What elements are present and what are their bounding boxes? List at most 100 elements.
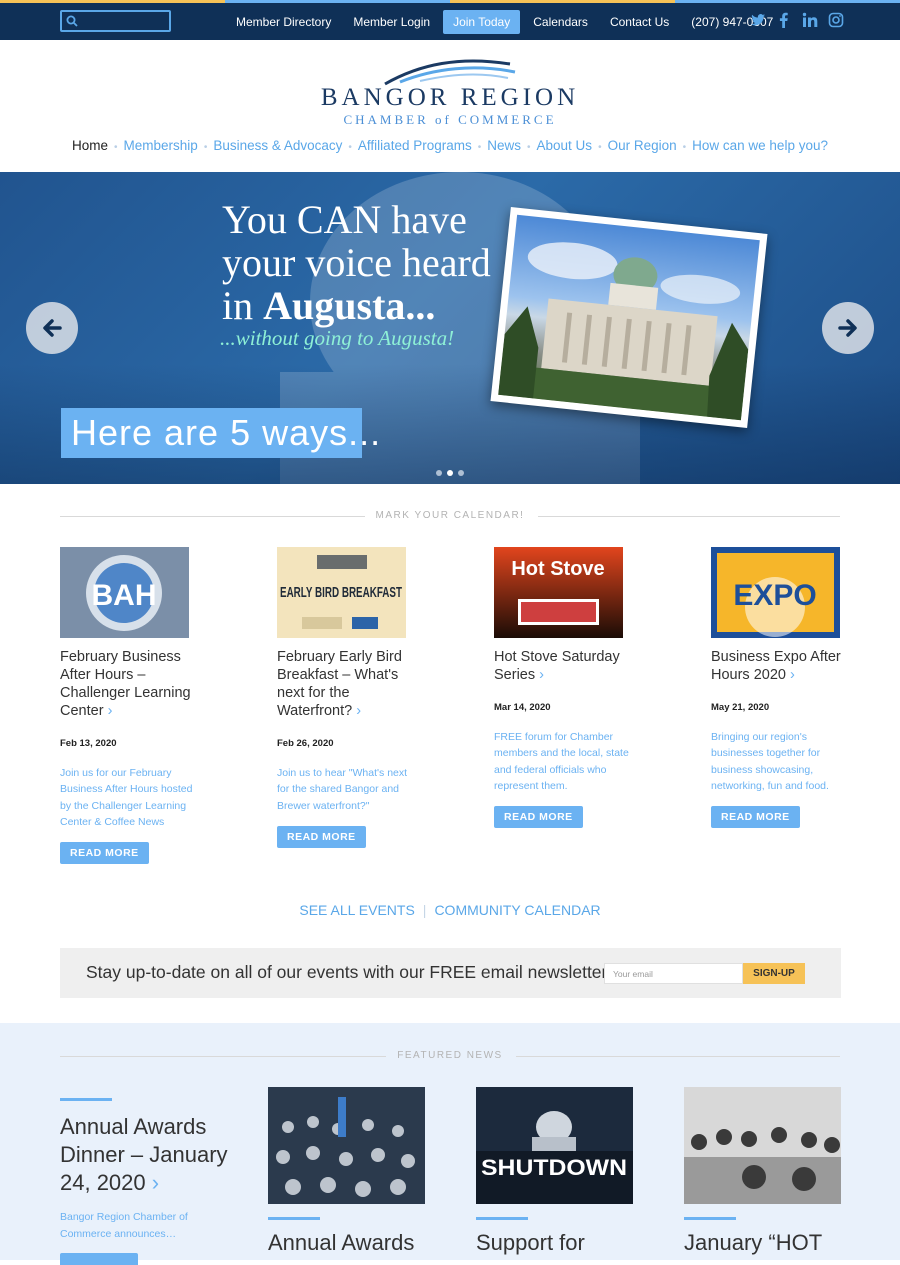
- hero-line-3b: Augusta...: [263, 283, 436, 328]
- event-title[interactable]: Business Expo After Hours 2020 ›: [711, 648, 846, 684]
- hero-cta-banner[interactable]: Here are 5 ways...: [61, 408, 380, 458]
- event-description: Join us to hear "What's next for the sha…: [277, 767, 408, 812]
- accent-stripe: [225, 0, 450, 3]
- search-icon: [66, 15, 78, 27]
- thumb-text: BAH: [92, 579, 157, 612]
- news-title[interactable]: Annual Awards: [268, 1230, 425, 1256]
- news-image[interactable]: [268, 1087, 425, 1204]
- read-more-button[interactable]: READ MORE: [711, 806, 800, 829]
- event-title[interactable]: February Early Bird Breakfast – What's n…: [277, 648, 412, 720]
- social-links: [750, 12, 844, 28]
- nav-separator: •: [598, 142, 602, 153]
- hero-slider[interactable]: You CAN have your voice heard in Augusta…: [0, 172, 900, 484]
- see-all-events-link[interactable]: SEE ALL EVENTS: [299, 902, 414, 918]
- hero-line-3a: in: [222, 283, 264, 328]
- nav-membership[interactable]: Membership: [124, 138, 198, 153]
- logo-subtitle: CHAMBER of COMMERCE: [343, 112, 557, 127]
- calendars-link[interactable]: Calendars: [522, 10, 599, 34]
- event-title[interactable]: February Business After Hours – Challeng…: [60, 648, 195, 720]
- logo-swoosh-icon: [384, 59, 516, 86]
- featured-heading: FEATURED NEWS: [60, 1048, 840, 1064]
- contact-us-link[interactable]: Contact Us: [599, 10, 680, 34]
- featured-lead-story: Annual Awards Dinner – January 24, 2020 …: [60, 1098, 240, 1265]
- event-thumbnail[interactable]: EARLY BIRD BREAKFAST: [277, 547, 406, 638]
- utility-nav: Member Directory Member Login Join Today…: [225, 10, 784, 34]
- accent-bar: [268, 1217, 320, 1220]
- event-thumbnail[interactable]: BAH: [60, 547, 189, 638]
- news-card: SHUTDOWN Support for: [476, 1087, 633, 1256]
- search-input[interactable]: [60, 10, 171, 32]
- accent-stripe: [0, 0, 225, 3]
- event-thumbnail[interactable]: Hot Stove: [494, 547, 623, 638]
- event-title-text[interactable]: Hot Stove Saturday Series: [494, 649, 620, 683]
- slider-dot-active[interactable]: [447, 470, 453, 476]
- arrow-left-icon: [43, 319, 62, 337]
- facebook-icon[interactable]: [776, 12, 792, 28]
- nav-separator: •: [477, 142, 482, 153]
- accent-stripe: [675, 0, 900, 3]
- main-nav: Home • Membership • Business & Advocacy • Affi…: [0, 138, 900, 153]
- event-date: Feb 13, 2020: [60, 738, 117, 749]
- news-title[interactable]: January “HOT: [684, 1230, 841, 1256]
- nav-separator: •: [348, 142, 352, 153]
- thumb-text: EARLY BIRD BREAKFAST: [280, 584, 402, 601]
- capitol-photo: [490, 207, 768, 428]
- event-date: Mar 14, 2020: [494, 702, 551, 713]
- slider-prev-button[interactable]: [26, 302, 78, 354]
- event-card: BAH February Business After Hours – Chal…: [60, 547, 195, 865]
- chevron-right-icon: ›: [107, 703, 113, 719]
- nav-separator: •: [203, 142, 208, 153]
- read-more-button[interactable]: READ MORE: [60, 842, 149, 865]
- lead-story-title[interactable]: Annual Awards Dinner – January 24, 2020 …: [60, 1113, 240, 1197]
- twitter-icon[interactable]: [750, 12, 766, 28]
- news-image[interactable]: SHUTDOWN: [476, 1087, 633, 1204]
- read-more-button[interactable]: READ MORE: [277, 825, 366, 848]
- lead-story-title-text[interactable]: Annual Awards Dinner – January 24, 2020: [60, 1114, 228, 1195]
- accent-bar: [684, 1217, 736, 1220]
- community-calendar-link[interactable]: COMMUNITY CALENDAR: [434, 902, 600, 918]
- lead-story-read-more-button[interactable]: [60, 1253, 138, 1265]
- chevron-right-icon: ›: [356, 703, 362, 719]
- site-logo[interactable]: BANGOR REGION CHAMBER of COMMERCE: [300, 48, 600, 130]
- nav-home[interactable]: Home: [72, 138, 108, 153]
- slider-next-button[interactable]: [822, 302, 874, 354]
- linkedin-icon[interactable]: [802, 12, 818, 28]
- instagram-icon[interactable]: [828, 12, 844, 28]
- event-card: EXPO Business Expo After Hours 2020 › Ma…: [711, 547, 846, 829]
- event-thumbnail[interactable]: EXPO: [711, 547, 840, 638]
- hero-line-2: your voice heard: [222, 240, 491, 285]
- newsletter-signup-button[interactable]: SIGN-UP: [743, 963, 805, 984]
- chevron-right-icon: ›: [539, 667, 544, 683]
- arrow-right-icon: [838, 319, 857, 337]
- calendar-heading: MARK YOUR CALENDAR!: [60, 508, 840, 524]
- accent-stripe: [450, 0, 675, 3]
- accent-bar: [476, 1217, 528, 1220]
- read-more-button[interactable]: READ MORE: [494, 806, 583, 829]
- nav-affiliated-programs[interactable]: Affiliated Programs: [358, 138, 472, 153]
- event-description: Bringing our region's businesses togethe…: [711, 731, 829, 792]
- event-date: Feb 26, 2020: [277, 738, 334, 749]
- member-login-link[interactable]: Member Login: [342, 10, 441, 34]
- event-title-text[interactable]: February Business After Hours – Challeng…: [60, 649, 191, 719]
- news-image[interactable]: [684, 1087, 841, 1204]
- nav-about-us[interactable]: About Us: [537, 138, 593, 153]
- calendar-heading-text: MARK YOUR CALENDAR!: [375, 510, 525, 521]
- nav-business-advocacy[interactable]: Business & Advocacy: [213, 138, 342, 153]
- news-card: January “HOT: [684, 1087, 841, 1256]
- hero-line-1: You CAN have: [222, 197, 467, 242]
- nav-our-region[interactable]: Our Region: [608, 138, 677, 153]
- event-title[interactable]: Hot Stove Saturday Series ›: [494, 648, 629, 684]
- link-separator: |: [422, 902, 427, 918]
- slider-dot[interactable]: [458, 470, 464, 476]
- join-today-button[interactable]: Join Today: [443, 10, 521, 34]
- nav-how-can-we-help[interactable]: How can we help you?: [692, 138, 828, 153]
- event-date: May 21, 2020: [711, 702, 770, 713]
- member-directory-link[interactable]: Member Directory: [225, 10, 342, 34]
- news-title[interactable]: Support for: [476, 1230, 633, 1256]
- event-title-text[interactable]: February Early Bird Breakfast – What's n…: [277, 649, 402, 719]
- nav-news[interactable]: News: [487, 138, 521, 153]
- event-title-text[interactable]: Business Expo After Hours 2020: [711, 649, 841, 683]
- newsletter-email-input[interactable]: Your email: [604, 963, 743, 984]
- logo-name: BANGOR REGION: [320, 84, 580, 111]
- slider-dot[interactable]: [436, 470, 442, 476]
